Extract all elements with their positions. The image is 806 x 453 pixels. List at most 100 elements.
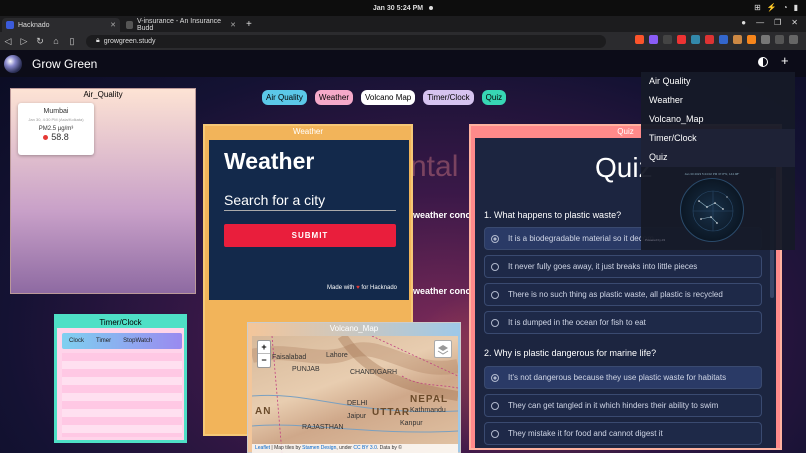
tray-power-icon[interactable]: ⚡ <box>767 3 777 12</box>
menu-item-weather[interactable]: Weather <box>641 91 795 110</box>
answer-option[interactable]: They can get tangled in it which hinders… <box>484 394 762 417</box>
menu-icon[interactable] <box>789 35 798 44</box>
reload-icon[interactable]: ↻ <box>32 36 48 47</box>
back-icon[interactable]: ◁ <box>0 36 16 47</box>
metamask-icon[interactable] <box>747 35 756 44</box>
puzzle-icon[interactable] <box>761 35 770 44</box>
star-map-footer: Powered by d3 <box>645 238 666 242</box>
pill-timer-clock[interactable]: Timer/Clock <box>423 90 474 105</box>
option-text: It is a biodegradable material so it dec… <box>508 234 654 243</box>
extension-icon[interactable] <box>663 35 672 44</box>
os-clock[interactable]: Jan 30 5:24 PM <box>373 5 423 12</box>
star-map-caption: Jan 30 2023 5:24:02 PM 37.8°N, 144.98° <box>684 172 740 176</box>
map-label: Kanpur <box>400 420 423 427</box>
close-window-button[interactable]: ✕ <box>791 18 798 27</box>
stamen-link[interactable]: Stamen Design <box>302 445 336 451</box>
tab-timer[interactable]: Timer <box>96 338 111 344</box>
map-label: CHANDIGARH <box>350 369 398 376</box>
aqi-status-dot-icon <box>43 134 49 140</box>
widget-title: Timer/Clock <box>57 317 184 328</box>
cc-link[interactable]: CC BY 3.0 <box>353 445 377 451</box>
city-search-input[interactable]: Search for a city <box>224 192 396 211</box>
close-tab-icon[interactable]: ✕ <box>230 21 236 29</box>
menu-item-volcano-map[interactable]: Volcano_Map <box>641 110 795 129</box>
radio-selected-icon <box>491 373 499 382</box>
sidebar-icon[interactable] <box>775 35 784 44</box>
brave-rewards-icon[interactable] <box>649 35 658 44</box>
radio-icon <box>491 401 499 410</box>
tab-hacknado[interactable]: Hacknado ✕ <box>2 18 120 32</box>
answer-option[interactable]: It's not dangerous because they use plas… <box>484 366 762 389</box>
question-text: 1. What happens to plastic waste? <box>484 210 622 220</box>
tray-apps-icon[interactable]: ⊞ <box>754 3 761 12</box>
answer-option[interactable]: It is dumped in the ocean for fish to ea… <box>484 311 762 334</box>
layers-glyph <box>437 345 449 355</box>
attrib-text: . Data by © <box>376 445 402 451</box>
pill-air-quality[interactable]: Air Quality <box>262 90 307 105</box>
extension-icon[interactable] <box>691 35 700 44</box>
close-tab-icon[interactable]: ✕ <box>110 21 116 29</box>
leaflet-link[interactable]: Leaflet <box>255 445 270 451</box>
submit-button[interactable]: SUBMIT <box>224 224 396 247</box>
home-icon[interactable]: ⌂ <box>48 36 64 46</box>
aqi-value: 58.8 <box>51 132 69 142</box>
app-brand[interactable]: Grow Green <box>32 57 97 71</box>
timer-tabs: Clock Timer StopWatch <box>62 333 182 349</box>
menu-item-timer-clock[interactable]: Timer/Clock <box>641 129 795 148</box>
brave-shield-icon[interactable] <box>635 35 644 44</box>
forward-icon[interactable]: ▷ <box>16 36 32 47</box>
option-text: They mistake it for food and cannot dige… <box>508 429 663 438</box>
tab-v-insurance[interactable]: V-insurance - An Insurance Budd ✕ <box>122 18 240 32</box>
tray-battery-icon[interactable]: ▮ <box>794 3 798 12</box>
volcano-map-widget[interactable]: Volcano_Map Faisalabad Lahore PUNJAB CHA… <box>247 322 461 453</box>
zoom-out-button[interactable]: − <box>258 354 270 367</box>
extension-icon[interactable] <box>677 35 686 44</box>
pill-quiz[interactable]: Quiz <box>481 90 507 105</box>
answer-option[interactable]: There is no such thing as plastic waste,… <box>484 283 762 306</box>
answer-option[interactable]: It never fully goes away, it just breaks… <box>484 255 762 278</box>
tab-stopwatch[interactable]: StopWatch <box>123 338 152 344</box>
notification-dot-icon <box>429 6 434 10</box>
map-zoom-control: + − <box>257 340 271 368</box>
answer-option[interactable]: They mistake it for food and cannot dige… <box>484 422 762 445</box>
radio-icon <box>491 290 499 299</box>
app-logo <box>4 54 22 73</box>
bookmark-icon[interactable]: ▯ <box>64 36 80 47</box>
footer-text: Made with <box>327 285 355 291</box>
aqi-value-row: 58.8 <box>18 132 94 142</box>
map-attribution: Leaflet | Map tiles by Stamen Design, un… <box>252 444 458 453</box>
address-bar[interactable]: 🔒︎ growgreen.study <box>86 34 606 48</box>
menu-item-quiz[interactable]: Quiz <box>641 148 795 167</box>
theme-toggle-icon[interactable] <box>758 57 768 67</box>
volcano-map[interactable]: Faisalabad Lahore PUNJAB CHANDIGARH DELH… <box>252 336 458 453</box>
option-text: It's not dangerous because they use plas… <box>508 373 727 382</box>
minimize-button[interactable]: — <box>756 18 764 27</box>
new-tab-button[interactable]: + <box>246 18 252 32</box>
browser-toolbar: ◁ ▷ ↻ ⌂ ▯ 🔒︎ growgreen.study <box>0 32 806 50</box>
pill-weather[interactable]: Weather <box>314 90 353 105</box>
zoom-in-button[interactable]: + <box>258 341 270 354</box>
pill-volcano-map[interactable]: Volcano Map <box>361 90 416 105</box>
background-text: weather conc <box>413 286 471 296</box>
record-icon[interactable]: ● <box>741 18 746 27</box>
map-label: RAJASTHAN <box>302 424 344 431</box>
add-widget-button[interactable]: + <box>781 53 789 68</box>
radio-icon <box>491 318 499 327</box>
option-text: There is no such thing as plastic waste,… <box>508 290 723 299</box>
extension-icon[interactable] <box>719 35 728 44</box>
tray-wifi-icon[interactable]: ◔ <box>783 3 788 12</box>
tab-clock[interactable]: Clock <box>69 338 84 344</box>
timer-clock-widget[interactable]: Timer/Clock Clock Timer StopWatch <box>54 314 187 443</box>
timer-body <box>62 353 182 437</box>
maximize-button[interactable]: ❐ <box>774 18 781 27</box>
extension-icon[interactable] <box>705 35 714 44</box>
heart-icon: ♥ <box>356 285 360 291</box>
air-quality-widget[interactable]: Air_Quality Mumbai Jan 30, 4:30 PM (Asia… <box>10 88 196 294</box>
menu-item-air-quality[interactable]: Air Quality <box>641 72 795 91</box>
os-tray: ⊞ ⚡ ◔ ▮ <box>754 3 798 12</box>
layers-icon[interactable] <box>434 340 452 358</box>
map-label: Faisalabad <box>272 354 307 361</box>
option-text: They can get tangled in it which hinders… <box>508 401 719 410</box>
aqi-card: Mumbai Jan 30, 4:30 PM (Asia/Kolkata) PM… <box>18 103 94 155</box>
extension-icon[interactable] <box>733 35 742 44</box>
